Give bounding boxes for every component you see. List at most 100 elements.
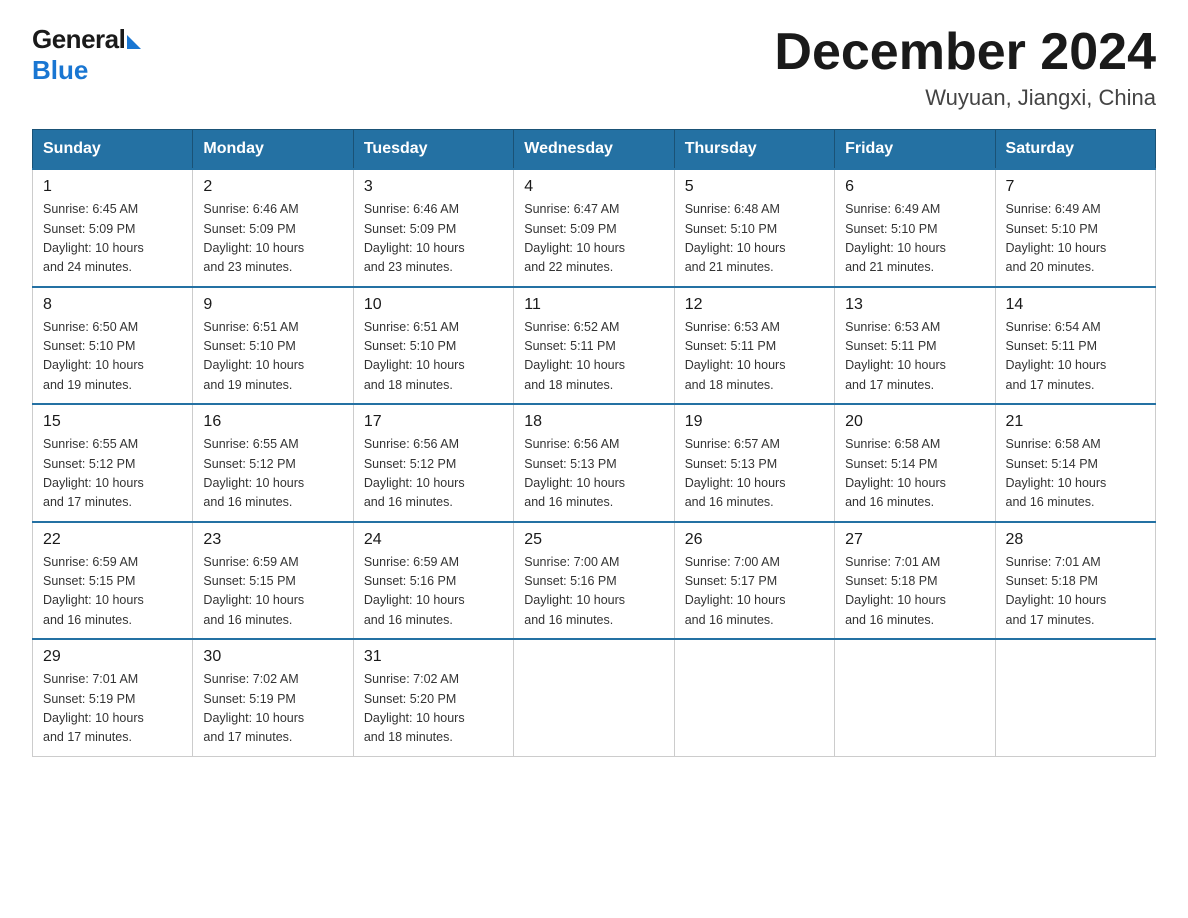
day-cell: 12 Sunrise: 6:53 AM Sunset: 5:11 PM Dayl… xyxy=(674,287,834,405)
day-info: Sunrise: 6:55 AM Sunset: 5:12 PM Dayligh… xyxy=(43,435,182,513)
day-cell: 18 Sunrise: 6:56 AM Sunset: 5:13 PM Dayl… xyxy=(514,404,674,522)
day-cell: 9 Sunrise: 6:51 AM Sunset: 5:10 PM Dayli… xyxy=(193,287,353,405)
day-number: 7 xyxy=(1006,178,1145,196)
day-info: Sunrise: 6:55 AM Sunset: 5:12 PM Dayligh… xyxy=(203,435,342,513)
day-number: 9 xyxy=(203,296,342,314)
day-info: Sunrise: 6:49 AM Sunset: 5:10 PM Dayligh… xyxy=(845,200,984,278)
logo-arrow-icon xyxy=(127,35,141,49)
day-number: 16 xyxy=(203,413,342,431)
day-number: 13 xyxy=(845,296,984,314)
day-info: Sunrise: 6:54 AM Sunset: 5:11 PM Dayligh… xyxy=(1006,318,1145,396)
day-info: Sunrise: 6:59 AM Sunset: 5:16 PM Dayligh… xyxy=(364,553,503,631)
day-cell xyxy=(674,639,834,756)
week-row-1: 1 Sunrise: 6:45 AM Sunset: 5:09 PM Dayli… xyxy=(33,169,1156,287)
header-cell-thursday: Thursday xyxy=(674,130,834,170)
day-cell: 21 Sunrise: 6:58 AM Sunset: 5:14 PM Dayl… xyxy=(995,404,1155,522)
week-row-2: 8 Sunrise: 6:50 AM Sunset: 5:10 PM Dayli… xyxy=(33,287,1156,405)
day-number: 12 xyxy=(685,296,824,314)
day-info: Sunrise: 7:00 AM Sunset: 5:16 PM Dayligh… xyxy=(524,553,663,631)
day-info: Sunrise: 6:58 AM Sunset: 5:14 PM Dayligh… xyxy=(1006,435,1145,513)
day-cell: 28 Sunrise: 7:01 AM Sunset: 5:18 PM Dayl… xyxy=(995,522,1155,640)
header-cell-saturday: Saturday xyxy=(995,130,1155,170)
day-cell xyxy=(995,639,1155,756)
title-section: December 2024 Wuyuan, Jiangxi, China xyxy=(774,24,1156,111)
day-number: 8 xyxy=(43,296,182,314)
header-cell-tuesday: Tuesday xyxy=(353,130,513,170)
day-info: Sunrise: 6:48 AM Sunset: 5:10 PM Dayligh… xyxy=(685,200,824,278)
day-info: Sunrise: 6:50 AM Sunset: 5:10 PM Dayligh… xyxy=(43,318,182,396)
day-cell: 10 Sunrise: 6:51 AM Sunset: 5:10 PM Dayl… xyxy=(353,287,513,405)
day-info: Sunrise: 6:57 AM Sunset: 5:13 PM Dayligh… xyxy=(685,435,824,513)
day-number: 23 xyxy=(203,531,342,549)
day-number: 2 xyxy=(203,178,342,196)
day-cell: 29 Sunrise: 7:01 AM Sunset: 5:19 PM Dayl… xyxy=(33,639,193,756)
day-number: 24 xyxy=(364,531,503,549)
day-number: 17 xyxy=(364,413,503,431)
day-number: 5 xyxy=(685,178,824,196)
header-cell-friday: Friday xyxy=(835,130,995,170)
day-number: 28 xyxy=(1006,531,1145,549)
day-cell: 6 Sunrise: 6:49 AM Sunset: 5:10 PM Dayli… xyxy=(835,169,995,287)
day-info: Sunrise: 7:02 AM Sunset: 5:20 PM Dayligh… xyxy=(364,670,503,748)
day-cell: 4 Sunrise: 6:47 AM Sunset: 5:09 PM Dayli… xyxy=(514,169,674,287)
day-info: Sunrise: 6:58 AM Sunset: 5:14 PM Dayligh… xyxy=(845,435,984,513)
day-cell xyxy=(514,639,674,756)
day-cell: 27 Sunrise: 7:01 AM Sunset: 5:18 PM Dayl… xyxy=(835,522,995,640)
day-info: Sunrise: 7:02 AM Sunset: 5:19 PM Dayligh… xyxy=(203,670,342,748)
day-info: Sunrise: 7:00 AM Sunset: 5:17 PM Dayligh… xyxy=(685,553,824,631)
week-row-4: 22 Sunrise: 6:59 AM Sunset: 5:15 PM Dayl… xyxy=(33,522,1156,640)
day-info: Sunrise: 6:47 AM Sunset: 5:09 PM Dayligh… xyxy=(524,200,663,278)
day-info: Sunrise: 6:52 AM Sunset: 5:11 PM Dayligh… xyxy=(524,318,663,396)
day-number: 26 xyxy=(685,531,824,549)
logo: General Blue xyxy=(32,24,141,86)
header-cell-monday: Monday xyxy=(193,130,353,170)
day-info: Sunrise: 6:59 AM Sunset: 5:15 PM Dayligh… xyxy=(203,553,342,631)
day-info: Sunrise: 6:49 AM Sunset: 5:10 PM Dayligh… xyxy=(1006,200,1145,278)
header-cell-sunday: Sunday xyxy=(33,130,193,170)
day-number: 10 xyxy=(364,296,503,314)
day-cell: 7 Sunrise: 6:49 AM Sunset: 5:10 PM Dayli… xyxy=(995,169,1155,287)
day-number: 15 xyxy=(43,413,182,431)
day-number: 31 xyxy=(364,648,503,666)
day-cell: 15 Sunrise: 6:55 AM Sunset: 5:12 PM Dayl… xyxy=(33,404,193,522)
page-header: General Blue December 2024 Wuyuan, Jiang… xyxy=(32,24,1156,111)
day-info: Sunrise: 6:46 AM Sunset: 5:09 PM Dayligh… xyxy=(203,200,342,278)
day-number: 25 xyxy=(524,531,663,549)
day-number: 3 xyxy=(364,178,503,196)
day-info: Sunrise: 7:01 AM Sunset: 5:19 PM Dayligh… xyxy=(43,670,182,748)
day-number: 21 xyxy=(1006,413,1145,431)
day-number: 29 xyxy=(43,648,182,666)
day-cell: 24 Sunrise: 6:59 AM Sunset: 5:16 PM Dayl… xyxy=(353,522,513,640)
day-cell: 2 Sunrise: 6:46 AM Sunset: 5:09 PM Dayli… xyxy=(193,169,353,287)
day-cell: 31 Sunrise: 7:02 AM Sunset: 5:20 PM Dayl… xyxy=(353,639,513,756)
day-cell: 3 Sunrise: 6:46 AM Sunset: 5:09 PM Dayli… xyxy=(353,169,513,287)
day-cell: 14 Sunrise: 6:54 AM Sunset: 5:11 PM Dayl… xyxy=(995,287,1155,405)
day-info: Sunrise: 6:53 AM Sunset: 5:11 PM Dayligh… xyxy=(685,318,824,396)
day-cell: 17 Sunrise: 6:56 AM Sunset: 5:12 PM Dayl… xyxy=(353,404,513,522)
day-cell: 22 Sunrise: 6:59 AM Sunset: 5:15 PM Dayl… xyxy=(33,522,193,640)
day-number: 20 xyxy=(845,413,984,431)
day-number: 30 xyxy=(203,648,342,666)
day-cell: 16 Sunrise: 6:55 AM Sunset: 5:12 PM Dayl… xyxy=(193,404,353,522)
day-info: Sunrise: 6:51 AM Sunset: 5:10 PM Dayligh… xyxy=(203,318,342,396)
day-cell: 20 Sunrise: 6:58 AM Sunset: 5:14 PM Dayl… xyxy=(835,404,995,522)
calendar-subtitle: Wuyuan, Jiangxi, China xyxy=(774,85,1156,111)
day-info: Sunrise: 7:01 AM Sunset: 5:18 PM Dayligh… xyxy=(845,553,984,631)
calendar-table: SundayMondayTuesdayWednesdayThursdayFrid… xyxy=(32,129,1156,757)
day-cell xyxy=(835,639,995,756)
day-cell: 8 Sunrise: 6:50 AM Sunset: 5:10 PM Dayli… xyxy=(33,287,193,405)
day-info: Sunrise: 6:45 AM Sunset: 5:09 PM Dayligh… xyxy=(43,200,182,278)
day-number: 4 xyxy=(524,178,663,196)
logo-general-text: General xyxy=(32,24,125,55)
week-row-3: 15 Sunrise: 6:55 AM Sunset: 5:12 PM Dayl… xyxy=(33,404,1156,522)
header-row: SundayMondayTuesdayWednesdayThursdayFrid… xyxy=(33,130,1156,170)
day-number: 11 xyxy=(524,296,663,314)
day-cell: 25 Sunrise: 7:00 AM Sunset: 5:16 PM Dayl… xyxy=(514,522,674,640)
day-number: 27 xyxy=(845,531,984,549)
day-info: Sunrise: 6:46 AM Sunset: 5:09 PM Dayligh… xyxy=(364,200,503,278)
day-number: 6 xyxy=(845,178,984,196)
day-info: Sunrise: 6:56 AM Sunset: 5:12 PM Dayligh… xyxy=(364,435,503,513)
day-info: Sunrise: 6:59 AM Sunset: 5:15 PM Dayligh… xyxy=(43,553,182,631)
day-cell: 19 Sunrise: 6:57 AM Sunset: 5:13 PM Dayl… xyxy=(674,404,834,522)
day-info: Sunrise: 7:01 AM Sunset: 5:18 PM Dayligh… xyxy=(1006,553,1145,631)
